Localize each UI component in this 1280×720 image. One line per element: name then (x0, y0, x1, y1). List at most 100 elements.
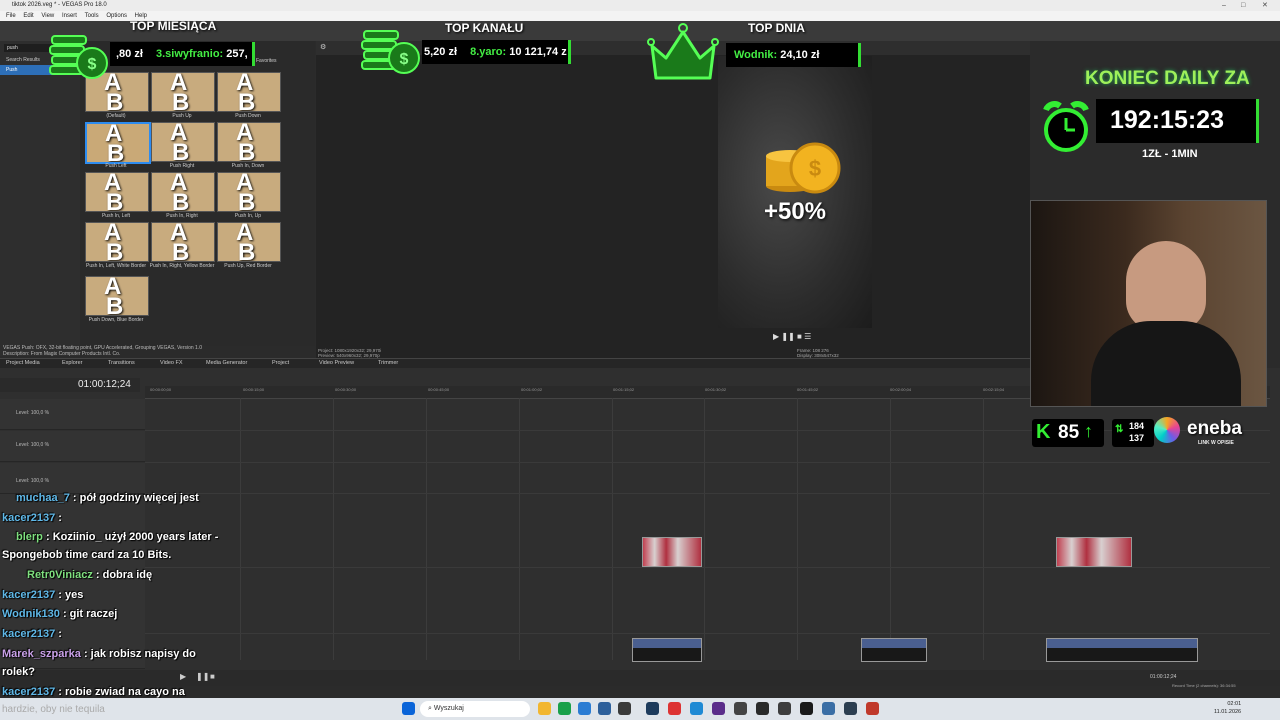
thumbnail-letter: B (172, 189, 190, 212)
menu-edit[interactable]: Edit (23, 13, 33, 19)
search-icon: ⌕ (428, 705, 432, 712)
app-icon[interactable] (618, 702, 631, 715)
taskbar (0, 698, 1280, 720)
tab-project[interactable]: Project (272, 360, 289, 366)
thumbnail-letter: B (238, 189, 256, 212)
tab-media-generator[interactable]: Media Generator (206, 360, 247, 366)
tab-video-preview[interactable]: Video Preview (319, 360, 354, 366)
grid-line (426, 398, 427, 660)
preview-settings-icon[interactable]: ⚙ (320, 43, 326, 51)
timeline-pause-icon[interactable]: ❚❚ (196, 672, 209, 681)
tab-project-media[interactable]: Project Media (6, 360, 40, 366)
windows-start-icon[interactable] (402, 702, 415, 715)
transition-thumbnail[interactable]: AB (217, 172, 281, 212)
track-level: Level: 100,0 % (16, 478, 50, 484)
browser-icon[interactable] (558, 702, 571, 715)
lane-divider (145, 567, 1270, 568)
app-icon[interactable] (822, 702, 835, 715)
minimize-button[interactable]: – (1222, 0, 1226, 11)
clock-time: 02:01 (1227, 701, 1242, 707)
timeline (0, 368, 1280, 670)
transition-thumbnail[interactable]: AB (151, 172, 215, 212)
countdown-title: KONIEC DAILY ZA (1085, 68, 1250, 89)
transition-thumbnail[interactable]: AB (217, 222, 281, 262)
lane-divider (145, 493, 1270, 494)
app-icon[interactable] (778, 702, 791, 715)
taskbar-clock[interactable]: 02:01 11.01.2026 (1214, 700, 1241, 716)
kick-logo-icon: K (1036, 421, 1051, 443)
app-icon[interactable] (690, 702, 703, 715)
track-level: Level: 100,0 % (16, 410, 50, 416)
project-info: Project: 1080x1920x32; 29,970i Preview: … (318, 348, 381, 358)
track-header[interactable]: Level: 100,0 % (0, 431, 145, 462)
transition-thumbnail[interactable]: AB (85, 122, 151, 164)
menu-view[interactable]: View (41, 13, 54, 19)
opera-icon[interactable] (668, 702, 681, 715)
svg-text:$: $ (809, 156, 821, 181)
top-month-value: 257, (226, 48, 248, 60)
tab-trimmer[interactable]: Trimmer (378, 360, 398, 366)
frame-info: Frame: 108 276 Display: 308x547x32 (797, 348, 839, 358)
ruler-tick: 00:02:15;04 (983, 387, 1005, 392)
tab-video-fx[interactable]: Video FX (160, 360, 183, 366)
grid-line (519, 398, 520, 660)
webcam-feed (1030, 200, 1267, 407)
track-header[interactable]: Level: 100,0 % (0, 463, 145, 494)
top-month-user: 3.siwyfranio: (155, 48, 224, 60)
track-header[interactable]: Level: 100,0 % (0, 399, 145, 430)
maximize-button[interactable]: □ (1241, 0, 1245, 11)
app-icon[interactable] (800, 702, 813, 715)
chat-user: blerp (16, 531, 43, 543)
app-icon[interactable] (598, 702, 611, 715)
stop-icon[interactable]: ■ (797, 332, 802, 341)
chat-text: : (58, 628, 62, 640)
pause-icon[interactable]: ❚❚ (781, 332, 794, 341)
lane-divider (145, 633, 1270, 634)
clock-date: 11.01.2026 (1214, 709, 1242, 715)
transition-thumbnail[interactable]: AB (151, 72, 215, 112)
edge-icon[interactable] (578, 702, 591, 715)
folder-icon[interactable] (538, 702, 551, 715)
video-clip[interactable] (632, 638, 702, 662)
chat-user: Wodnik130 (2, 608, 60, 620)
menu-tools[interactable]: Tools (85, 13, 99, 19)
app-icon[interactable] (734, 702, 747, 715)
video-clip[interactable] (861, 638, 927, 662)
app-icon[interactable] (756, 702, 769, 715)
menu-insert[interactable]: Insert (62, 13, 77, 19)
streamer-body (1091, 321, 1241, 406)
menu-options[interactable]: Options (106, 13, 127, 19)
timeline-play-icon[interactable]: ▶ (180, 672, 186, 681)
vote-up-count: 184 (1129, 421, 1145, 431)
timeline-stop-icon[interactable]: ■ (210, 672, 215, 681)
video-clip[interactable] (642, 537, 702, 567)
transition-thumbnail[interactable]: AB (85, 172, 149, 212)
kick-counter: K 85 ↑ (1032, 419, 1104, 447)
transition-thumbnail[interactable]: AB (151, 222, 215, 262)
transition-thumbnail[interactable]: AB (151, 122, 215, 162)
transition-thumbnail[interactable]: AB (85, 222, 149, 262)
video-clip[interactable] (1056, 537, 1132, 567)
play-icon[interactable]: ▶ (773, 332, 779, 341)
taskbar-search[interactable]: ⌕ Wyszukaj (420, 701, 530, 717)
close-button[interactable]: ✕ (1262, 0, 1268, 11)
video-clip[interactable] (1046, 638, 1198, 662)
menu-file[interactable]: File (6, 13, 16, 19)
transition-thumbnail[interactable]: AB (85, 276, 149, 316)
top-day-title: TOP DNIA (748, 21, 805, 35)
coins-icon: $ (766, 142, 841, 194)
svg-text:$: $ (88, 56, 97, 73)
tab-explorer[interactable]: Explorer (62, 360, 82, 366)
app-icon[interactable] (844, 702, 857, 715)
tab-transitions[interactable]: Transitions (108, 360, 135, 366)
grid-line (890, 398, 891, 660)
transition-thumbnail[interactable]: AB (217, 122, 281, 162)
top-channel-value: 10 121,74 z (509, 46, 567, 58)
menu-icon[interactable]: ☰ (804, 332, 811, 341)
transition-thumbnail[interactable]: AB (217, 72, 281, 112)
vegas-icon[interactable] (646, 702, 659, 715)
app-icon[interactable] (866, 702, 879, 715)
app-icon[interactable] (712, 702, 725, 715)
favorites-tab[interactable]: Favorites (256, 58, 277, 64)
chat-text: : git raczej (62, 608, 118, 620)
